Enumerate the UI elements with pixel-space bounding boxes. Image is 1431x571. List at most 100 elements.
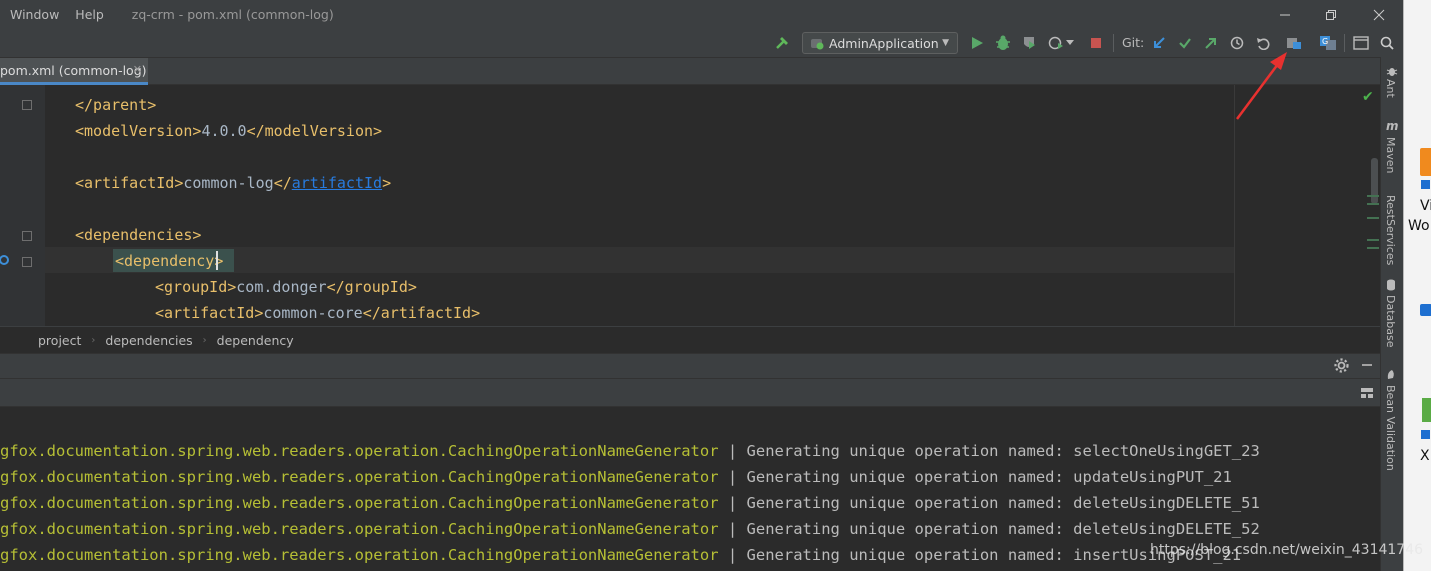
log-line: gfox.documentation.spring.web.readers.op… <box>0 490 1260 516</box>
git-push-icon[interactable] <box>1201 33 1221 53</box>
change-marker[interactable] <box>1367 247 1379 249</box>
xml-tag: <groupId> <box>155 278 237 296</box>
search-icon[interactable] <box>1377 33 1397 53</box>
history-clock-icon[interactable] <box>1227 33 1247 53</box>
build-hammer-icon[interactable] <box>773 33 793 53</box>
change-marker[interactable] <box>1367 217 1379 219</box>
log-logger: gfox.documentation.spring.web.readers.op… <box>0 468 719 486</box>
fold-marker-icon[interactable] <box>22 100 32 110</box>
git-update-icon[interactable] <box>1149 33 1169 53</box>
run-with-coverage-icon[interactable] <box>1019 33 1039 53</box>
xml-tag: </groupId> <box>326 278 417 296</box>
terminal-window-icon[interactable] <box>1351 33 1371 53</box>
maven-dependency-gutter-icon[interactable] <box>0 253 12 267</box>
editor-scrollbar[interactable] <box>1371 158 1378 204</box>
bean-validation-icon <box>1386 369 1396 384</box>
log-logger: gfox.documentation.spring.web.readers.op… <box>0 494 719 512</box>
code-editor[interactable]: </parent> <modelVersion>4.0.0</modelVers… <box>0 85 1380 326</box>
debug-icon[interactable] <box>993 33 1013 53</box>
code-line: <modelVersion>4.0.0</modelVersion> <box>75 118 382 144</box>
toolbar-separator <box>1344 34 1345 52</box>
database-icon <box>1386 279 1396 294</box>
project-structure-icon[interactable] <box>1284 33 1304 53</box>
log-logger: gfox.documentation.spring.web.readers.op… <box>0 520 719 538</box>
run-panel-header <box>0 353 1380 378</box>
desktop-app-icon[interactable] <box>1420 148 1431 176</box>
log-line: gfox.documentation.spring.web.readers.op… <box>0 542 1241 568</box>
minimize-button[interactable] <box>1262 0 1308 29</box>
right-tool-window-strip: Ant m Maven RestServices Database Bean V… <box>1380 57 1403 571</box>
close-icon <box>1373 9 1385 20</box>
code-line: <artifactId>common-core</artifactId> <box>155 300 480 326</box>
menu-help[interactable]: Help <box>65 7 110 22</box>
tool-tab-maven[interactable]: Maven <box>1384 137 1397 173</box>
restore-button[interactable] <box>1308 0 1354 29</box>
fold-marker-icon[interactable] <box>22 257 32 267</box>
fold-marker-icon[interactable] <box>22 231 32 241</box>
git-commit-icon[interactable] <box>1175 33 1195 53</box>
desktop-icon-label: X <box>1420 448 1430 464</box>
run-icon[interactable] <box>967 33 987 53</box>
hide-panel-icon[interactable] <box>1360 357 1374 374</box>
menu-window[interactable]: Window <box>0 7 65 22</box>
inspection-ok-check-icon[interactable]: ✔ <box>1362 89 1374 105</box>
profiler-dropdown-icon[interactable] <box>1064 33 1076 53</box>
layout-icon[interactable] <box>1360 387 1374 402</box>
xml-tag: <dependencies> <box>75 226 202 244</box>
breadcrumb-item[interactable]: dependency <box>217 333 294 348</box>
spring-boot-icon <box>811 39 824 50</box>
shortcut-arrow-icon <box>1421 430 1430 439</box>
close-tab-icon[interactable]: ✕ <box>133 63 142 76</box>
title-bar: Window Help zq-crm - pom.xml (common-log… <box>0 0 1403 29</box>
desktop-icon-label: Wo <box>1408 218 1430 234</box>
chevron-right-icon: › <box>202 334 207 346</box>
desktop-background: Vi Wo X <box>1403 0 1431 571</box>
xml-tag: </artifactId> <box>362 304 481 322</box>
tool-tab-bean-validation[interactable]: Bean Validation <box>1384 385 1397 471</box>
tool-tab-ant[interactable]: Ant <box>1384 79 1397 98</box>
change-marker[interactable] <box>1367 203 1379 205</box>
tab-pom-xml[interactable]: pom.xml (common-log) ✕ <box>0 58 148 85</box>
stop-icon[interactable] <box>1086 33 1106 53</box>
code-line: </parent> <box>75 92 156 118</box>
rollback-icon[interactable] <box>1253 33 1273 53</box>
xml-value: common-log <box>183 174 274 192</box>
toolbar-separator <box>1113 34 1114 52</box>
ant-icon <box>1386 65 1398 80</box>
code-line: <groupId>com.donger</groupId> <box>155 274 417 300</box>
change-marker[interactable] <box>1367 195 1379 197</box>
maven-icon: m <box>1386 119 1399 133</box>
change-marker[interactable] <box>1367 239 1379 241</box>
xml-value: common-core <box>263 304 363 322</box>
run-configuration-select[interactable]: AdminApplication ▼ <box>802 32 958 54</box>
xml-tag: </modelVersion> <box>246 122 383 140</box>
tool-tab-database[interactable]: Database <box>1384 295 1397 348</box>
translate-icon[interactable]: G <box>1318 33 1338 53</box>
shortcut-arrow-icon <box>1420 304 1431 316</box>
xml-tag: <dependency> <box>115 252 224 270</box>
breadcrumb: project › dependencies › dependency <box>0 326 1380 353</box>
xml-tag: </ <box>273 174 292 192</box>
profiler-icon[interactable] <box>1046 33 1066 53</box>
right-margin-guide <box>1234 85 1235 326</box>
text-caret <box>216 251 218 270</box>
log-message: | Generating unique operation named: upd… <box>718 468 1232 486</box>
xml-tag: <artifactId> <box>75 174 184 192</box>
run-panel-toolbar <box>0 378 1380 406</box>
breadcrumb-item[interactable]: project <box>38 333 81 348</box>
desktop-app-icon[interactable] <box>1422 398 1431 422</box>
svg-text:G: G <box>1322 37 1328 46</box>
xml-tag: > <box>382 174 392 192</box>
editor-gutter <box>0 85 45 326</box>
xml-tag-link[interactable]: artifactId <box>292 174 382 192</box>
tool-tab-restservices[interactable]: RestServices <box>1384 195 1397 265</box>
minimize-icon <box>1280 14 1290 15</box>
xml-value: 4.0.0 <box>201 122 247 140</box>
git-label: Git: <box>1122 35 1145 50</box>
log-message: | Generating unique operation named: del… <box>718 520 1260 538</box>
breadcrumb-item[interactable]: dependencies <box>105 333 192 348</box>
gear-icon[interactable] <box>1334 358 1349 376</box>
log-line: gfox.documentation.spring.web.readers.op… <box>0 464 1232 490</box>
log-line: gfox.documentation.spring.web.readers.op… <box>0 516 1260 542</box>
close-window-button[interactable] <box>1356 0 1402 29</box>
